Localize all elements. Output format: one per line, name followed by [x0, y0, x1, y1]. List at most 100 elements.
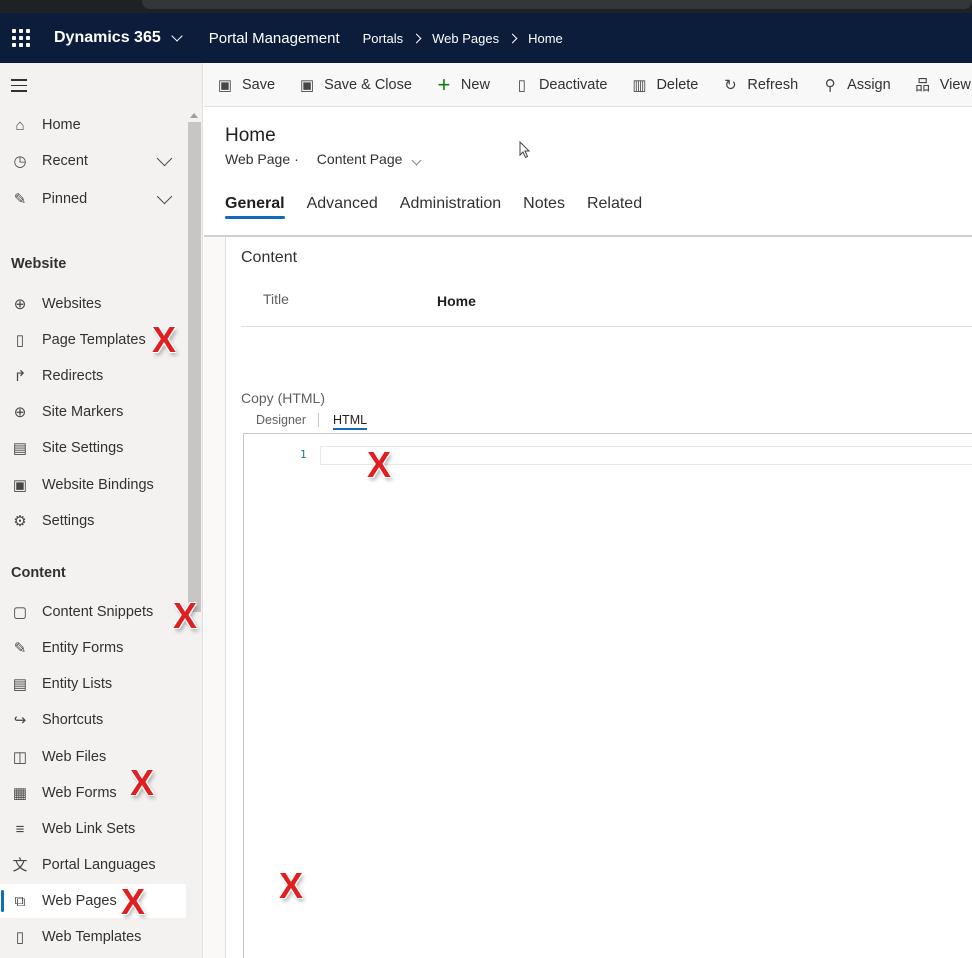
sidebar-item-web-files[interactable]: ◫ Web Files: [0, 740, 186, 774]
refresh-button[interactable]: ↻ Refresh: [721, 76, 798, 94]
record-subtitle: Web Page · Content Page: [225, 151, 422, 167]
sidebar-item-label: Pinned: [42, 191, 88, 207]
annotation-x-mark: X: [152, 319, 177, 360]
form-icon: ✎: [13, 639, 27, 657]
web-file-icon: ◫: [12, 748, 28, 766]
view-hierarchy-button[interactable]: 品 View Hie: [914, 76, 972, 95]
top-navigation-bar: Dynamics 365 Portal Management Portals W…: [0, 13, 972, 63]
tab-related[interactable]: Related: [587, 195, 642, 219]
sidebar-item-label: Web Link Sets: [42, 821, 136, 837]
sidebar-item-website-bindings[interactable]: ▣ Website Bindings: [0, 468, 186, 502]
form-selector[interactable]: Content Page: [316, 151, 422, 167]
browser-address-bar[interactable]: [142, 0, 972, 9]
web-pages-icon: ⧉: [14, 892, 26, 910]
sidebar-item-label: Redirects: [42, 368, 104, 384]
sidebar-item-label: Website Bindings: [42, 477, 154, 493]
chevron-down-icon[interactable]: [156, 150, 173, 167]
chevron-right-icon: [411, 33, 422, 43]
save-icon: ▣: [217, 76, 233, 94]
globe-icon: ⊕: [13, 403, 27, 421]
breadcrumb-portals[interactable]: Portals: [363, 31, 403, 46]
sidebar-item-site-settings[interactable]: ▤ Site Settings: [0, 431, 186, 465]
website-binding-icon: ▣: [12, 476, 28, 494]
divider: [241, 326, 972, 327]
delete-button-label: Delete: [656, 76, 699, 93]
sidebar-item-settings[interactable]: ⚙ Settings: [0, 504, 186, 538]
sidebar-item-web-forms[interactable]: ▦ Web Forms: [0, 776, 186, 810]
sidebar-section-website: Website: [11, 256, 67, 272]
snippet-icon: ▢: [12, 603, 28, 621]
sidebar-item-label: Portal Languages: [42, 857, 156, 873]
editor-tabs: Designer HTML: [256, 413, 379, 430]
form-tabs: General Advanced Administration Notes Re…: [225, 195, 664, 219]
sidebar-item-label: Site Markers: [42, 404, 124, 420]
tab-advanced[interactable]: Advanced: [307, 195, 378, 219]
app-title[interactable]: Dynamics 365: [54, 29, 161, 47]
home-icon: ⌂: [15, 116, 25, 134]
sidebar-item-label: Web Forms: [42, 785, 117, 801]
sidebar-item-site-markers[interactable]: ⊕ Site Markers: [0, 395, 186, 429]
pin-icon: ✎: [13, 190, 27, 208]
sidebar-item-pinned[interactable]: ✎ Pinned: [0, 182, 186, 216]
page-template-icon: ▯: [15, 331, 25, 349]
breadcrumb-web-pages[interactable]: Web Pages: [432, 31, 499, 46]
annotation-x-mark: X: [173, 595, 198, 636]
editor-line-number: 1: [300, 448, 307, 461]
html-code-editor[interactable]: 1: [243, 433, 972, 958]
sidebar-item-label: Entity Lists: [42, 676, 113, 692]
chevron-down-icon[interactable]: [171, 30, 183, 42]
deactivate-button[interactable]: ▯ Deactivate: [513, 76, 608, 94]
assign-button[interactable]: ⚲ Assign: [821, 76, 891, 94]
refresh-button-label: Refresh: [747, 76, 799, 93]
app-name[interactable]: Portal Management: [209, 30, 340, 47]
content-section-card: Content Title Home Copy (HTML) Designer …: [225, 237, 972, 958]
sidebar-section-content: Content: [11, 565, 66, 581]
sidebar-item-label: Shortcuts: [42, 712, 104, 728]
new-button[interactable]: + New: [435, 72, 489, 97]
editor-tab-designer[interactable]: Designer: [256, 413, 306, 427]
sidebar-item-shortcuts[interactable]: ↪ Shortcuts: [0, 703, 186, 737]
annotation-x-mark: X: [279, 865, 304, 906]
sidebar-item-redirects[interactable]: ↱ Redirects: [0, 359, 186, 393]
tab-administration[interactable]: Administration: [400, 195, 501, 219]
sidebar-item-web-templates[interactable]: ▯ Web Templates: [0, 920, 186, 954]
sidebar-item-entity-forms[interactable]: ✎ Entity Forms: [0, 631, 186, 665]
subtitle-separator: ·: [294, 151, 299, 167]
tab-notes[interactable]: Notes: [523, 195, 565, 219]
save-and-close-button[interactable]: ▣ Save & Close: [298, 76, 412, 94]
sidebar-item-web-pages[interactable]: ⧉ Web Pages: [0, 884, 186, 918]
sidebar-item-portal-languages[interactable]: 文 Portal Languages: [0, 848, 186, 882]
app-launcher-icon[interactable]: [0, 13, 42, 63]
gear-icon: ⚙: [13, 512, 27, 530]
chevron-right-icon: [507, 33, 518, 43]
sidebar-item-label: Content Snippets: [42, 604, 154, 620]
assign-button-label: Assign: [847, 76, 891, 93]
chevron-down-icon[interactable]: [156, 188, 173, 205]
sidebar-item-entity-lists[interactable]: ▤ Entity Lists: [0, 667, 186, 701]
save-button[interactable]: ▣ Save: [216, 76, 275, 94]
site-settings-icon: ▤: [12, 439, 28, 457]
sidebar-item-recent[interactable]: ◷ Recent: [0, 144, 186, 178]
hamburger-menu-icon[interactable]: [11, 79, 27, 96]
editor-current-line[interactable]: [320, 446, 972, 465]
sidebar-item-content-snippets[interactable]: ▢ Content Snippets: [0, 595, 186, 629]
sidebar-item-label: Web Templates: [42, 929, 142, 945]
scroll-up-arrow-icon[interactable]: [190, 113, 198, 118]
delete-button[interactable]: ▥ Delete: [630, 76, 698, 94]
divider: [318, 413, 320, 427]
editor-tab-html[interactable]: HTML: [333, 413, 368, 430]
sidebar-item-label: Settings: [42, 513, 95, 529]
sidebar-item-websites[interactable]: ⊕ Websites: [0, 287, 186, 321]
sidebar-item-web-link-sets[interactable]: ≡ Web Link Sets: [0, 812, 186, 846]
title-field-value[interactable]: Home: [437, 293, 476, 309]
deactivate-icon: ▯: [517, 76, 527, 94]
hierarchy-icon: 品: [915, 77, 931, 94]
form-name: Content Page: [316, 151, 403, 167]
sidebar-item-label: Page Templates: [42, 332, 146, 348]
sidebar-item-home[interactable]: ⌂ Home: [0, 108, 186, 142]
trash-icon: ▥: [632, 76, 647, 94]
tab-general[interactable]: General: [225, 195, 285, 219]
sidebar-scrollbar-thumb[interactable]: [188, 122, 201, 612]
list-icon: ▤: [12, 675, 28, 693]
sidebar-item-label: Home: [42, 117, 81, 133]
